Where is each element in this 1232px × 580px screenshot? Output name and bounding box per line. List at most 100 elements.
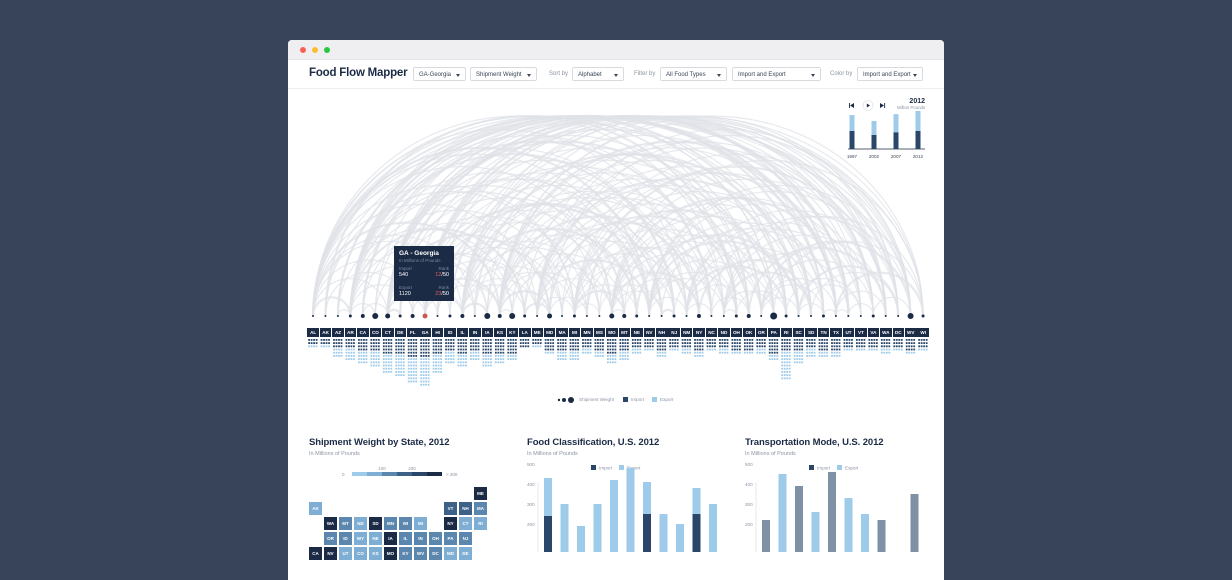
map-tile-in[interactable]: IN xyxy=(414,532,427,545)
map-tile-ma[interactable]: MA xyxy=(474,502,487,515)
state-label-ne[interactable]: NE xyxy=(631,328,643,337)
state-label-ky[interactable]: KY xyxy=(506,328,519,337)
map-tile-mn[interactable]: MN xyxy=(384,517,397,530)
state-label-co[interactable]: CO xyxy=(369,328,382,337)
map-tile-nh[interactable]: NH xyxy=(459,502,472,515)
map-tile-ia[interactable]: IA xyxy=(384,532,397,545)
state-label-ma[interactable]: MA xyxy=(556,328,568,337)
map-tile-ut[interactable]: UT xyxy=(339,547,352,560)
state-label-wi[interactable]: WI xyxy=(917,328,929,337)
minimize-dot-icon[interactable] xyxy=(312,47,318,53)
map-tile-ne[interactable]: NE xyxy=(369,532,382,545)
state-label-va[interactable]: VA xyxy=(867,328,880,337)
filter-select[interactable]: All Food Types xyxy=(660,67,727,81)
map-tile-or[interactable]: OR xyxy=(324,532,337,545)
state-label-or[interactable]: OR xyxy=(755,328,768,337)
map-tile-wv[interactable]: WV xyxy=(414,547,427,560)
state-label-nh[interactable]: NH xyxy=(656,328,668,337)
state-label-sd[interactable]: SD xyxy=(805,328,817,337)
state-label-vt[interactable]: VT xyxy=(855,328,867,337)
map-tile-ri[interactable]: RI xyxy=(474,517,487,530)
state-label-ia[interactable]: IA xyxy=(481,328,494,337)
map-tile-vt[interactable]: VT xyxy=(444,502,457,515)
state-label-ri[interactable]: RI xyxy=(780,328,792,337)
map-tile-mo[interactable]: MO xyxy=(384,547,397,560)
state-select[interactable]: GA-Georgia xyxy=(413,67,466,81)
state-label-me[interactable]: ME xyxy=(531,328,543,337)
state-label-il[interactable]: IL xyxy=(456,328,469,337)
map-tile-mi[interactable]: MI xyxy=(414,517,427,530)
state-label-mt[interactable]: MT xyxy=(618,328,631,337)
state-label-md[interactable]: MD xyxy=(543,328,556,337)
map-tile-ny[interactable]: NY xyxy=(444,517,457,530)
map-tile-ky[interactable]: KY xyxy=(399,547,412,560)
state-label-mo[interactable]: MO xyxy=(606,328,618,337)
state-label-nc[interactable]: NC xyxy=(705,328,718,337)
waffle-square xyxy=(450,358,452,360)
map-tile-me[interactable]: ME xyxy=(474,487,487,500)
map-tile-pa[interactable]: PA xyxy=(444,532,457,545)
state-label-sc[interactable]: SC xyxy=(792,328,805,337)
map-tile-wi[interactable]: WI xyxy=(399,517,412,530)
flow-select[interactable]: Import and Export xyxy=(732,67,821,81)
close-dot-icon[interactable] xyxy=(300,47,306,53)
map-tile-nd[interactable]: ND xyxy=(354,517,367,530)
state-label-tn[interactable]: TN xyxy=(817,328,830,337)
state-label-ga[interactable]: GA xyxy=(419,328,431,337)
sort-select[interactable]: Alphabet xyxy=(572,67,624,81)
state-label-az[interactable]: AZ xyxy=(332,328,344,337)
map-tile-co[interactable]: CO xyxy=(354,547,367,560)
map-tile-de[interactable]: DE xyxy=(459,547,472,560)
state-label-ms[interactable]: MS xyxy=(593,328,606,337)
color-select[interactable]: Import and Export xyxy=(857,67,923,81)
state-label-oh[interactable]: OH xyxy=(730,328,743,337)
state-label-ut[interactable]: UT xyxy=(842,328,855,337)
state-label-de[interactable]: DE xyxy=(394,328,407,337)
metric-select[interactable]: Shipment Weight xyxy=(470,67,537,81)
state-label-wa[interactable]: WA xyxy=(880,328,892,337)
state-label-pa[interactable]: PA xyxy=(768,328,780,337)
state-label-hi[interactable]: HI xyxy=(431,328,444,337)
state-label-ks[interactable]: KS xyxy=(494,328,506,337)
maximize-dot-icon[interactable] xyxy=(324,47,330,53)
state-label-wv[interactable]: WV xyxy=(905,328,917,337)
map-tile-ct[interactable]: CT xyxy=(459,517,472,530)
map-tile-ks[interactable]: KS xyxy=(369,547,382,560)
map-tile-sd[interactable]: SD xyxy=(369,517,382,530)
state-label-ak[interactable]: AK xyxy=(319,328,332,337)
state-label-tx[interactable]: TX xyxy=(830,328,842,337)
map-tile-il[interactable]: IL xyxy=(399,532,412,545)
map-tile-wy[interactable]: WY xyxy=(354,532,367,545)
map-tile-dc[interactable]: DC xyxy=(429,547,442,560)
map-tile-wa[interactable]: WA xyxy=(324,517,337,530)
state-label-ar[interactable]: AR xyxy=(344,328,357,337)
map-tile-oh[interactable]: OH xyxy=(429,532,442,545)
state-label-mi[interactable]: MI xyxy=(568,328,581,337)
map-tile-nv[interactable]: NV xyxy=(324,547,337,560)
state-label-fl[interactable]: FL xyxy=(407,328,419,337)
map-tile-ak[interactable]: AK xyxy=(309,502,322,515)
state-label-ca[interactable]: CA xyxy=(357,328,369,337)
state-label-nj[interactable]: NJ xyxy=(668,328,680,337)
state-label-ok[interactable]: OK xyxy=(743,328,755,337)
state-label-in[interactable]: IN xyxy=(469,328,481,337)
state-label-nv[interactable]: NV xyxy=(643,328,656,337)
state-label-la[interactable]: LA xyxy=(519,328,531,337)
state-label-al[interactable]: AL xyxy=(307,328,319,337)
state-label-nd[interactable]: ND xyxy=(718,328,730,337)
timeline-chart[interactable]: 2012 Million Pounds 1997 2002 2007 2012 xyxy=(846,96,926,162)
map-tile-mt[interactable]: MT xyxy=(339,517,352,530)
map-tile-ca[interactable]: CA xyxy=(309,547,322,560)
map-tile-md[interactable]: MD xyxy=(444,547,457,560)
state-label-nm[interactable]: NM xyxy=(680,328,693,337)
state-label-ct[interactable]: CT xyxy=(382,328,394,337)
state-label-id[interactable]: ID xyxy=(444,328,456,337)
state-label-dc[interactable]: DC xyxy=(892,328,905,337)
state-label-mn[interactable]: MN xyxy=(581,328,593,337)
map-tile-nj[interactable]: NJ xyxy=(459,532,472,545)
waffle-square xyxy=(440,355,442,357)
map-tile-id[interactable]: ID xyxy=(339,532,352,545)
waffle-square xyxy=(425,358,428,360)
state-label-ny[interactable]: NY xyxy=(693,328,705,337)
waffle-square xyxy=(395,367,398,370)
